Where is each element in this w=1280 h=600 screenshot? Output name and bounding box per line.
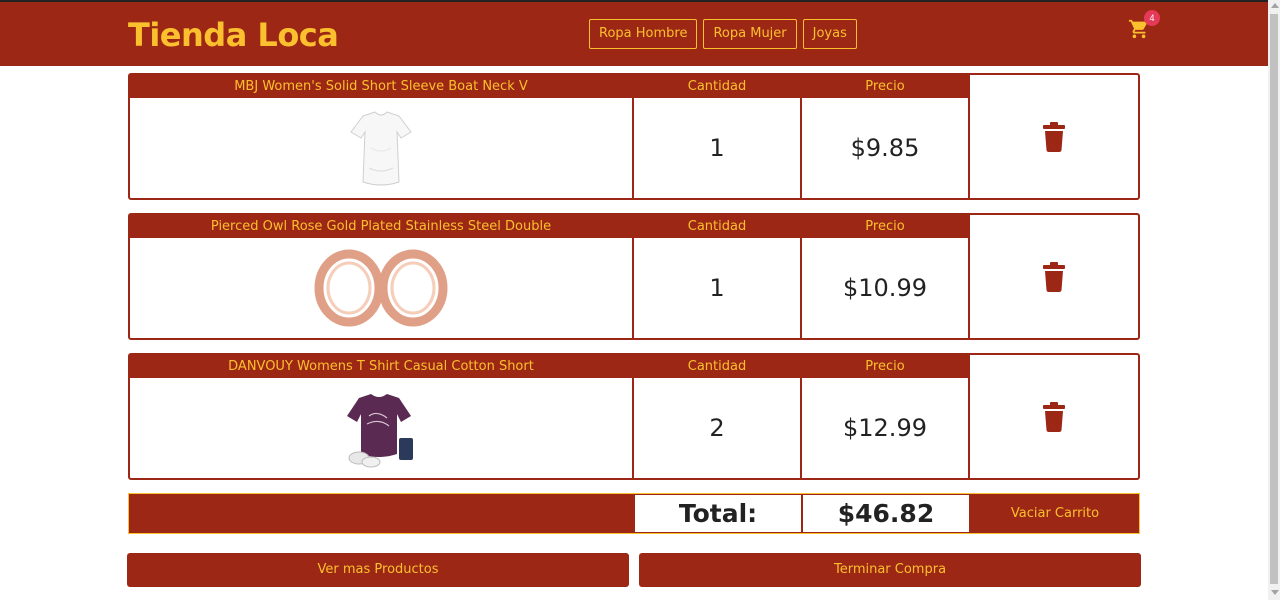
item-name: DANVOUY Womens T Shirt Casual Cotton Sho… (130, 355, 632, 378)
cart-count-badge: 4 (1144, 10, 1160, 26)
item-price-cell: Precio $12.99 (802, 355, 970, 478)
price-header: Precio (802, 355, 968, 378)
empty-cart-button[interactable]: Vaciar Carrito (971, 494, 1139, 533)
item-name: MBJ Women's Solid Short Sleeve Boat Neck… (130, 75, 632, 98)
item-price: $9.85 (850, 134, 920, 162)
price-header: Precio (802, 75, 968, 98)
item-quantity-cell: Cantidad 1 (634, 215, 802, 338)
brand-logo[interactable]: Tienda Loca (128, 16, 339, 54)
item-quantity: 1 (709, 134, 725, 162)
item-image-rose-gold-plugs (130, 238, 632, 338)
delete-item-button[interactable] (970, 215, 1138, 338)
cart-item: MBJ Women's Solid Short Sleeve Boat Neck… (128, 73, 1140, 200)
delete-cell (970, 215, 1138, 338)
more-products-button[interactable]: Ver mas Productos (127, 553, 629, 587)
item-price-cell: Precio $10.99 (802, 215, 970, 338)
delete-cell (970, 355, 1138, 478)
cart-item: DANVOUY Womens T Shirt Casual Cotton Sho… (128, 353, 1140, 480)
nav-ropa-mujer[interactable]: Ropa Mujer (703, 19, 797, 49)
scrollbar-thumb[interactable] (1270, 14, 1278, 584)
quantity-header: Cantidad (634, 355, 800, 378)
item-price-cell: Precio $9.85 (802, 75, 970, 198)
item-name-cell: DANVOUY Womens T Shirt Casual Cotton Sho… (130, 355, 634, 478)
item-name-cell: MBJ Women's Solid Short Sleeve Boat Neck… (130, 75, 634, 198)
item-price: $10.99 (843, 274, 927, 302)
checkout-button[interactable]: Terminar Compra (639, 553, 1141, 587)
item-image-purple-tshirt (130, 378, 632, 478)
delete-item-button[interactable] (970, 75, 1138, 198)
item-name-cell: Pierced Owl Rose Gold Plated Stainless S… (130, 215, 634, 338)
nav-ropa-hombre[interactable]: Ropa Hombre (589, 19, 698, 49)
trash-icon[interactable] (1042, 401, 1066, 432)
item-quantity: 2 (709, 414, 725, 442)
trash-icon[interactable] (1042, 261, 1066, 292)
nav-links: Ropa Hombre Ropa Mujer Joyas (589, 19, 857, 49)
nav-joyas[interactable]: Joyas (802, 19, 857, 49)
cart-item: Pierced Owl Rose Gold Plated Stainless S… (128, 213, 1140, 340)
scroll-down-arrow-icon[interactable] (1271, 590, 1279, 595)
quantity-header: Cantidad (634, 75, 800, 98)
item-price: $12.99 (843, 414, 927, 442)
item-name: Pierced Owl Rose Gold Plated Stainless S… (130, 215, 632, 238)
item-image-white-tshirt (130, 98, 632, 198)
trash-icon[interactable] (1042, 121, 1066, 152)
item-quantity-cell: Cantidad 1 (634, 75, 802, 198)
price-header: Precio (802, 215, 968, 238)
item-quantity: 1 (709, 274, 725, 302)
total-value: $46.82 (803, 495, 969, 532)
quantity-header: Cantidad (634, 215, 800, 238)
delete-cell (970, 75, 1138, 198)
navbar: Tienda Loca Ropa Hombre Ropa Mujer Joyas (0, 2, 1268, 66)
cart-total-row: Total: $46.82 Vaciar Carrito (128, 493, 1140, 534)
total-label: Total: (635, 495, 801, 532)
scroll-up-arrow-icon[interactable] (1271, 3, 1279, 8)
item-quantity-cell: Cantidad 2 (634, 355, 802, 478)
delete-item-button[interactable] (970, 355, 1138, 478)
